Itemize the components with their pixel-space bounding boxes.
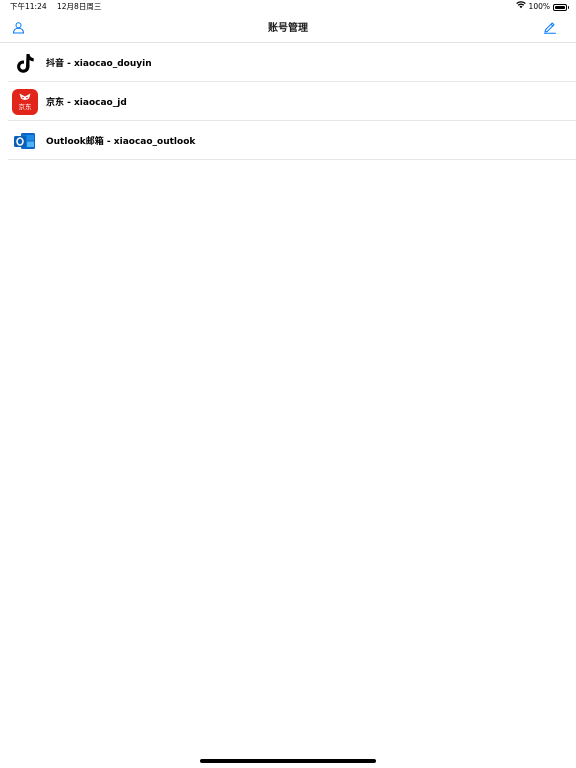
status-bar: 下午11:24 12月8日周三 100% [0,0,576,14]
account-label: Outlook邮箱 - xiaocao_outlook [46,137,196,147]
account-row-douyin[interactable]: 抖音 - xiaocao_douyin [0,43,576,82]
status-right: 100% [515,0,569,14]
account-label: 京东 - xiaocao_jd [46,98,127,108]
outlook-icon [12,127,38,154]
battery-fill [555,5,565,9]
page-title: 账号管理 [268,23,308,34]
status-left: 下午11:24 12月8日周三 [10,0,101,14]
account-row-outlook[interactable]: Outlook邮箱 - xiaocao_outlook [0,121,576,160]
status-date: 12月8日周三 [57,2,102,11]
edit-pencil-icon [543,19,557,38]
edit-button[interactable] [542,20,558,36]
jd-icon: 京东 [12,88,38,115]
status-time: 下午11:24 [10,2,47,11]
tiktok-icon [12,49,38,76]
account-row-jd[interactable]: 京东 京东 - xiaocao_jd [0,82,576,121]
home-indicator[interactable] [200,759,376,763]
battery-icon [553,3,569,11]
navigation-bar: 账号管理 [0,14,576,43]
jd-icon-text: 京东 [18,103,32,111]
account-list: 抖音 - xiaocao_douyin 京东 京东 - xiaocao_jd O… [0,43,576,160]
screen: 下午11:24 12月8日周三 100% 账号管理 抖音 - xiaocao_d… [0,0,576,768]
wifi-icon [515,0,526,14]
battery-text: 100% [528,2,550,11]
account-label: 抖音 - xiaocao_douyin [46,59,152,69]
